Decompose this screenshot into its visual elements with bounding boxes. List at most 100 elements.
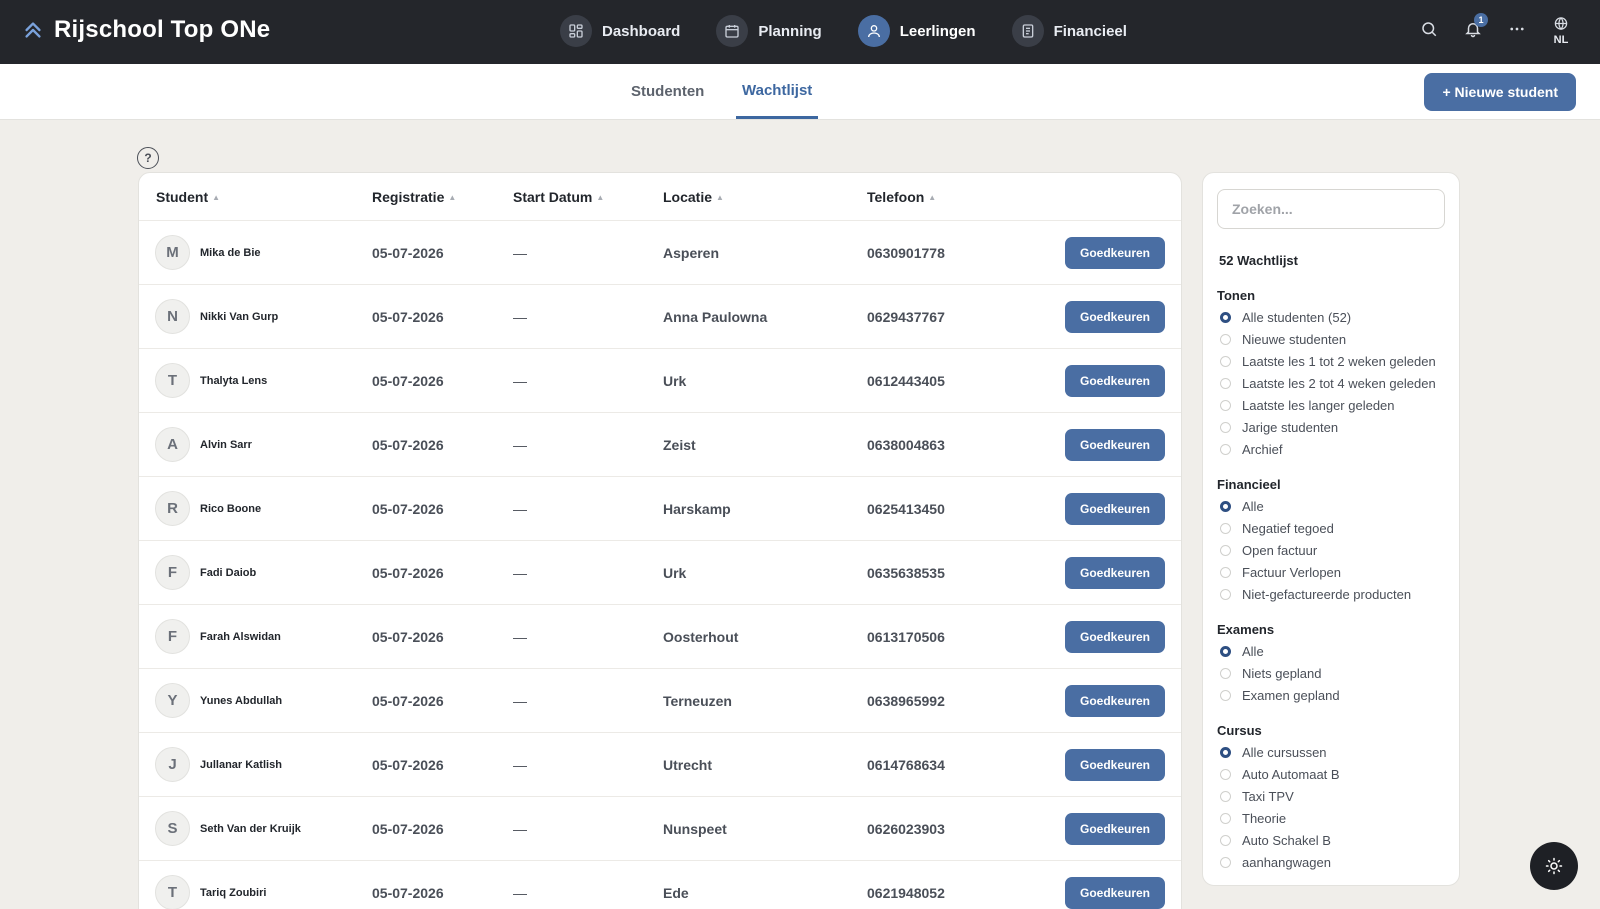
filter-option[interactable]: Auto Automaat B — [1217, 763, 1340, 785]
filter-option[interactable]: Niet-gefactureerde producten — [1217, 583, 1411, 605]
student-name[interactable]: Fadi Daiob — [200, 541, 256, 605]
radio-icon[interactable] — [1220, 399, 1231, 411]
radio-icon[interactable] — [1220, 856, 1231, 868]
avatar: T — [155, 875, 190, 909]
radio-icon[interactable] — [1220, 768, 1231, 780]
table-row[interactable]: T Thalyta Lens 05-07-2026 — Urk 06124434… — [139, 349, 1181, 413]
table-row[interactable]: S Seth Van der Kruijk 05-07-2026 — Nunsp… — [139, 797, 1181, 861]
filter-option[interactable]: Taxi TPV — [1217, 785, 1340, 807]
approve-button[interactable]: Goedkeuren — [1065, 813, 1165, 845]
table-row[interactable]: Y Yunes Abdullah 05-07-2026 — Terneuzen … — [139, 669, 1181, 733]
filter-option[interactable]: Open factuur — [1217, 539, 1411, 561]
search-button[interactable] — [1418, 12, 1440, 50]
table-row[interactable]: J Jullanar Katlish 05-07-2026 — Utrecht … — [139, 733, 1181, 797]
student-name[interactable]: Mika de Bie — [200, 221, 261, 285]
radio-icon[interactable] — [1220, 377, 1231, 389]
table-row[interactable]: R Rico Boone 05-07-2026 — Harskamp 06254… — [139, 477, 1181, 541]
column-header-start-datum[interactable]: Start Datum ▲ — [513, 173, 604, 221]
radio-checked-icon[interactable] — [1220, 311, 1231, 323]
filter-option[interactable]: Alle — [1217, 495, 1411, 517]
nav-item-dashboard[interactable]: Dashboard — [560, 15, 680, 47]
student-name[interactable]: Tariq Zoubiri — [200, 861, 266, 909]
filter-option[interactable]: aanhangwagen — [1217, 851, 1340, 873]
student-name[interactable]: Alvin Sarr — [200, 413, 252, 477]
column-header-telefoon[interactable]: Telefoon ▲ — [867, 173, 936, 221]
radio-icon[interactable] — [1220, 566, 1231, 578]
radio-icon[interactable] — [1220, 790, 1231, 802]
radio-icon[interactable] — [1220, 522, 1231, 534]
filter-option[interactable]: Laatste les 2 tot 4 weken geleden — [1217, 372, 1436, 394]
approve-button[interactable]: Goedkeuren — [1065, 685, 1165, 717]
search-input[interactable] — [1217, 189, 1445, 229]
approve-button[interactable]: Goedkeuren — [1065, 557, 1165, 589]
student-name[interactable]: Thalyta Lens — [200, 349, 267, 413]
notifications-button[interactable]: 1 — [1462, 12, 1488, 50]
filter-option[interactable]: Examen gepland — [1217, 684, 1340, 706]
avatar: S — [155, 811, 190, 846]
filter-option[interactable]: Laatste les langer geleden — [1217, 394, 1436, 416]
radio-icon[interactable] — [1220, 544, 1231, 556]
column-header-student[interactable]: Student ▲ — [156, 173, 220, 221]
radio-checked-icon[interactable] — [1220, 645, 1231, 657]
radio-icon[interactable] — [1220, 667, 1231, 679]
student-name[interactable]: Seth Van der Kruijk — [200, 797, 301, 861]
filter-option[interactable]: Laatste les 1 tot 2 weken geleden — [1217, 350, 1436, 372]
filter-group-title: Financieel — [1217, 477, 1281, 492]
filter-option[interactable]: Negatief tegoed — [1217, 517, 1411, 539]
radio-icon[interactable] — [1220, 421, 1231, 433]
theme-toggle-button[interactable] — [1530, 842, 1578, 890]
nav-item-financieel[interactable]: Financieel — [1011, 15, 1127, 47]
radio-icon[interactable] — [1220, 834, 1231, 846]
table-row[interactable]: M Mika de Bie 05-07-2026 — Asperen 06309… — [139, 221, 1181, 285]
table-row[interactable]: N Nikki Van Gurp 05-07-2026 — Anna Paulo… — [139, 285, 1181, 349]
table-row[interactable]: A Alvin Sarr 05-07-2026 — Zeist 06380048… — [139, 413, 1181, 477]
radio-icon[interactable] — [1220, 355, 1231, 367]
approve-button[interactable]: Goedkeuren — [1065, 749, 1165, 781]
help-icon[interactable]: ? — [137, 147, 159, 169]
filter-option[interactable]: Alle cursussen — [1217, 741, 1340, 763]
table-row[interactable]: F Farah Alswidan 05-07-2026 — Oosterhout… — [139, 605, 1181, 669]
approve-button[interactable]: Goedkeuren — [1065, 365, 1165, 397]
student-name[interactable]: Farah Alswidan — [200, 605, 281, 669]
filter-option[interactable]: Alle — [1217, 640, 1340, 662]
language-button[interactable]: NL — [1550, 8, 1572, 46]
phone: 0635638535 — [867, 565, 945, 581]
radio-checked-icon[interactable] — [1220, 746, 1231, 758]
filter-option[interactable]: Nieuwe studenten — [1217, 328, 1436, 350]
approve-button[interactable]: Goedkeuren — [1065, 237, 1165, 269]
approve-button[interactable]: Goedkeuren — [1065, 493, 1165, 525]
student-name[interactable]: Rico Boone — [200, 477, 261, 541]
filter-option[interactable]: Archief — [1217, 438, 1436, 460]
approve-button[interactable]: Goedkeuren — [1065, 877, 1165, 909]
brand[interactable]: Rijschool Top ONe — [22, 16, 270, 44]
tab-wachtlijst[interactable]: Wachtlijst — [736, 64, 819, 119]
filter-option[interactable]: Niets gepland — [1217, 662, 1340, 684]
table-row[interactable]: T Tariq Zoubiri 05-07-2026 — Ede 0621948… — [139, 861, 1181, 909]
filter-option[interactable]: Auto Schakel B — [1217, 829, 1340, 851]
filter-option[interactable]: Alle studenten (52) — [1217, 306, 1436, 328]
nav-item-planning[interactable]: Planning — [716, 15, 822, 47]
nav-item-leerlingen[interactable]: Leerlingen — [857, 15, 976, 47]
radio-checked-icon[interactable] — [1220, 500, 1231, 512]
filter-option[interactable]: Factuur Verlopen — [1217, 561, 1411, 583]
tab-studenten[interactable]: Studenten — [631, 64, 704, 119]
table-row[interactable]: F Fadi Daiob 05-07-2026 — Urk 0635638535… — [139, 541, 1181, 605]
approve-button[interactable]: Goedkeuren — [1065, 429, 1165, 461]
filter-option[interactable]: Theorie — [1217, 807, 1340, 829]
filter-option[interactable]: Jarige studenten — [1217, 416, 1436, 438]
new-student-button[interactable]: + Nieuwe student — [1424, 73, 1576, 111]
approve-button[interactable]: Goedkeuren — [1065, 621, 1165, 653]
student-name[interactable]: Yunes Abdullah — [200, 669, 282, 733]
radio-icon[interactable] — [1220, 812, 1231, 824]
radio-icon[interactable] — [1220, 333, 1231, 345]
radio-icon[interactable] — [1220, 443, 1231, 455]
more-menu-button[interactable] — [1506, 12, 1528, 50]
student-name[interactable]: Jullanar Katlish — [200, 733, 282, 797]
radio-icon[interactable] — [1220, 689, 1231, 701]
radio-icon[interactable] — [1220, 588, 1231, 600]
column-header-registratie[interactable]: Registratie ▲ — [372, 173, 456, 221]
location: Harskamp — [663, 501, 731, 517]
column-header-locatie[interactable]: Locatie ▲ — [663, 173, 724, 221]
student-name[interactable]: Nikki Van Gurp — [200, 285, 278, 349]
approve-button[interactable]: Goedkeuren — [1065, 301, 1165, 333]
